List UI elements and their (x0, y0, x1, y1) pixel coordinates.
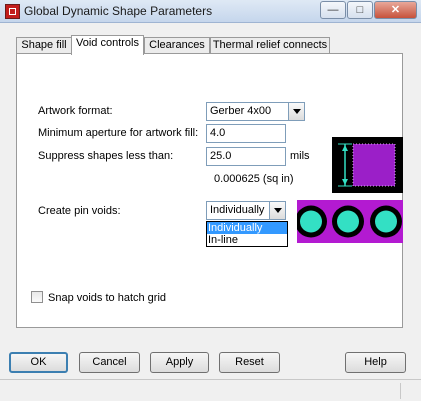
suppress-area-readout: 0.000625 (sq in) (214, 173, 294, 185)
artwork-format-label: Artwork format: (38, 105, 113, 117)
pin-voids-value: Individually (210, 204, 265, 216)
pin-voids-select[interactable]: Individually (206, 201, 286, 220)
tab-shape-fill[interactable]: Shape fill (16, 37, 72, 53)
chevron-down-icon[interactable] (288, 103, 304, 120)
chevron-down-icon[interactable] (269, 202, 285, 219)
min-aperture-input[interactable]: 4.0 (206, 124, 286, 143)
suppress-shapes-label: Suppress shapes less than: (38, 150, 174, 162)
ok-button[interactable]: OK (9, 352, 68, 373)
snap-voids-checkbox[interactable] (31, 291, 43, 303)
artwork-format-select[interactable]: Gerber 4x00 (206, 102, 305, 121)
title-bar: Global Dynamic Shape Parameters — □ ✕ (0, 0, 421, 23)
tab-clearances[interactable]: Clearances (144, 37, 210, 53)
apply-button[interactable]: Apply (150, 352, 209, 373)
cancel-button[interactable]: Cancel (79, 352, 140, 373)
snap-voids-label: Snap voids to hatch grid (48, 292, 167, 304)
status-cell (0, 383, 401, 399)
window-title: Global Dynamic Shape Parameters (24, 4, 213, 18)
close-button[interactable]: ✕ (374, 1, 417, 19)
suppress-shapes-input[interactable]: 25.0 (206, 147, 286, 166)
pin-voids-preview (297, 200, 403, 243)
min-aperture-label: Minimum aperture for artwork fill: (38, 127, 199, 139)
window-controls: — □ ✕ (319, 1, 417, 19)
minimize-button[interactable]: — (320, 1, 346, 19)
separator (0, 379, 421, 380)
status-bar (0, 381, 421, 401)
app-icon (5, 4, 20, 19)
option-individually[interactable]: Individually (207, 222, 287, 234)
tab-thermal-relief-connects[interactable]: Thermal relief connects (210, 37, 330, 53)
tab-void-controls[interactable]: Void controls (71, 35, 144, 55)
artwork-format-value: Gerber 4x00 (210, 105, 272, 117)
maximize-button[interactable]: □ (347, 1, 373, 19)
reset-button[interactable]: Reset (219, 352, 280, 373)
pin-voids-label: Create pin voids: (38, 205, 121, 217)
option-in-line[interactable]: In-line (207, 234, 287, 246)
pin-voids-dropdown-list: Individually In-line (206, 221, 288, 247)
void-size-preview (332, 137, 403, 193)
suppress-unit: mils (290, 150, 310, 162)
help-button[interactable]: Help (345, 352, 406, 373)
